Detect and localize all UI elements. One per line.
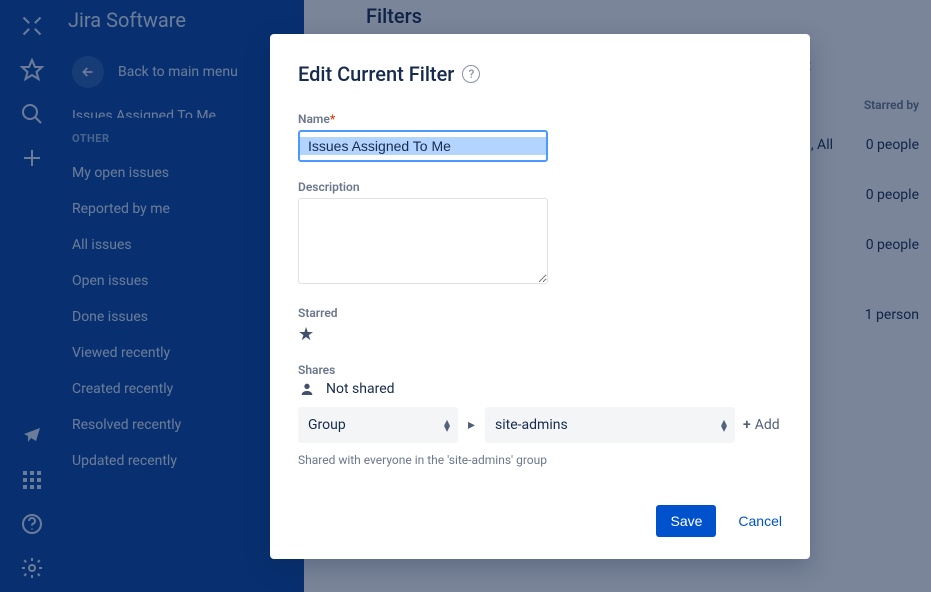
modal-title-text: Edit Current Filter xyxy=(298,62,454,86)
cancel-button[interactable]: Cancel xyxy=(738,513,782,529)
modal-title: Edit Current Filter ? xyxy=(298,62,782,86)
plus-icon: + xyxy=(743,417,751,433)
share-target-select[interactable]: site-admins ▴▾ xyxy=(485,407,735,443)
name-label: Name* xyxy=(298,112,782,126)
add-share-button[interactable]: + Add xyxy=(743,417,780,433)
share-status-row: Not shared xyxy=(298,381,782,397)
star-filled-icon[interactable]: ★ xyxy=(298,324,314,345)
updown-caret-icon: ▴▾ xyxy=(444,419,450,431)
description-label: Description xyxy=(298,180,782,194)
edit-filter-modal: Edit Current Filter ? Name* Description … xyxy=(270,34,810,559)
share-type-select[interactable]: Group ▴▾ xyxy=(298,407,458,443)
filter-name-input[interactable] xyxy=(298,130,548,162)
filter-description-input[interactable] xyxy=(298,198,548,284)
save-button[interactable]: Save xyxy=(656,505,716,537)
updown-caret-icon: ▴▾ xyxy=(721,419,727,431)
share-hint: Shared with everyone in the 'site-admins… xyxy=(298,453,782,467)
chevron-right-icon: ▸ xyxy=(466,417,477,433)
person-icon xyxy=(298,381,316,397)
not-shared-text: Not shared xyxy=(326,381,395,397)
shares-label: Shares xyxy=(298,363,782,377)
help-icon[interactable]: ? xyxy=(462,65,480,83)
starred-label: Starred xyxy=(298,306,782,320)
